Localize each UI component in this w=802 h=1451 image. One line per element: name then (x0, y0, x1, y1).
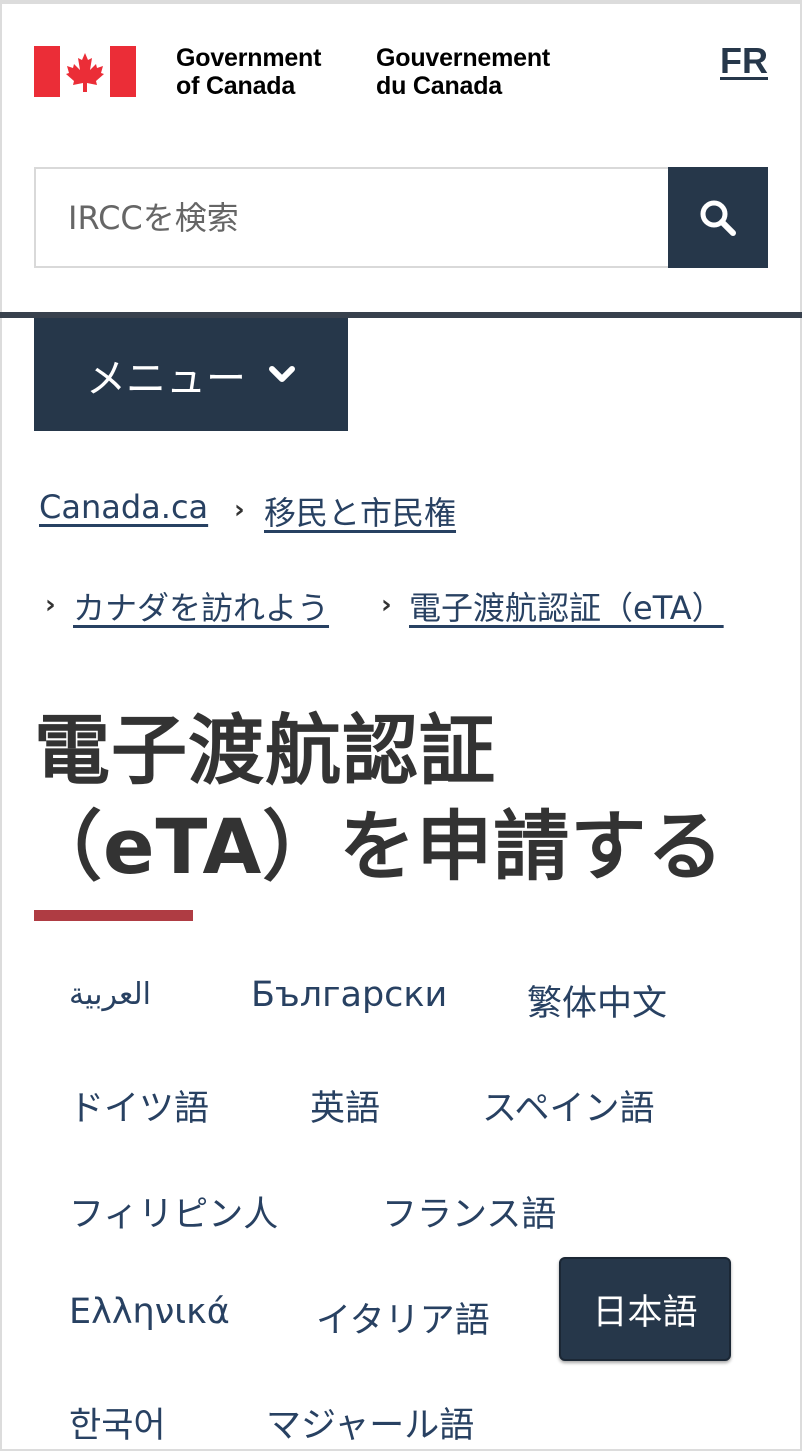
search-input[interactable] (34, 167, 668, 268)
signature-en-line1: Government (176, 44, 322, 72)
chevron-down-icon (269, 365, 295, 382)
title-underline (34, 910, 193, 921)
language-link-japanese-active[interactable]: 日本語 (559, 1257, 731, 1361)
language-link-spanish[interactable]: スペイン語 (482, 1080, 655, 1131)
breadcrumb-link-eta[interactable]: 電子渡航認証（eTA） (409, 583, 724, 629)
search-bar (34, 167, 768, 268)
breadcrumb-link-immigration[interactable]: 移民と市民権 (264, 488, 456, 534)
signature-en-line2: of Canada (176, 72, 296, 100)
page-title: 電子渡航認証 （eTA）を申請する (26, 703, 774, 895)
language-link-filipino[interactable]: フィリピン人 (69, 1186, 278, 1237)
chevron-right-icon: › (381, 590, 392, 620)
menu-button[interactable]: メニュー (34, 318, 348, 431)
language-link-english[interactable]: 英語 (310, 1080, 380, 1131)
search-button[interactable] (668, 167, 768, 268)
language-link-german[interactable]: ドイツ語 (69, 1080, 209, 1131)
canada-flag-logo (34, 46, 136, 97)
menu-label: メニュー (86, 355, 246, 402)
chevron-right-icon: › (45, 590, 56, 620)
signature-fr-line1: Gouvernement (376, 44, 551, 72)
government-signature-fr: Gouvernement du Canada (376, 44, 550, 100)
language-link-hungarian[interactable]: マジャール語 (266, 1397, 474, 1448)
page-title-line2: （eTA）を申請する (26, 802, 725, 891)
language-link-korean[interactable]: 한국어 (69, 1397, 166, 1448)
language-link-bulgarian[interactable]: Български (251, 975, 447, 1015)
search-icon (700, 200, 736, 236)
page-title-line1: 電子渡航認証 (34, 706, 496, 795)
government-signature-en: Government of Canada (176, 44, 321, 100)
language-link-greek[interactable]: Ελληνικά (69, 1292, 230, 1332)
breadcrumb-link-canada[interactable]: Canada.ca (39, 488, 208, 526)
language-link-italian[interactable]: イタリア語 (316, 1292, 490, 1343)
language-link-arabic[interactable]: العربية (69, 977, 151, 1012)
language-link-french[interactable]: フランス語 (382, 1186, 556, 1237)
language-toggle-link[interactable]: FR (720, 40, 768, 82)
breadcrumb-link-visit-canada[interactable]: カナダを訪れよう (73, 583, 329, 629)
language-link-traditional-chinese[interactable]: 繁体中文 (527, 975, 667, 1026)
signature-fr-line2: du Canada (376, 72, 502, 100)
chevron-right-icon: › (234, 495, 245, 525)
